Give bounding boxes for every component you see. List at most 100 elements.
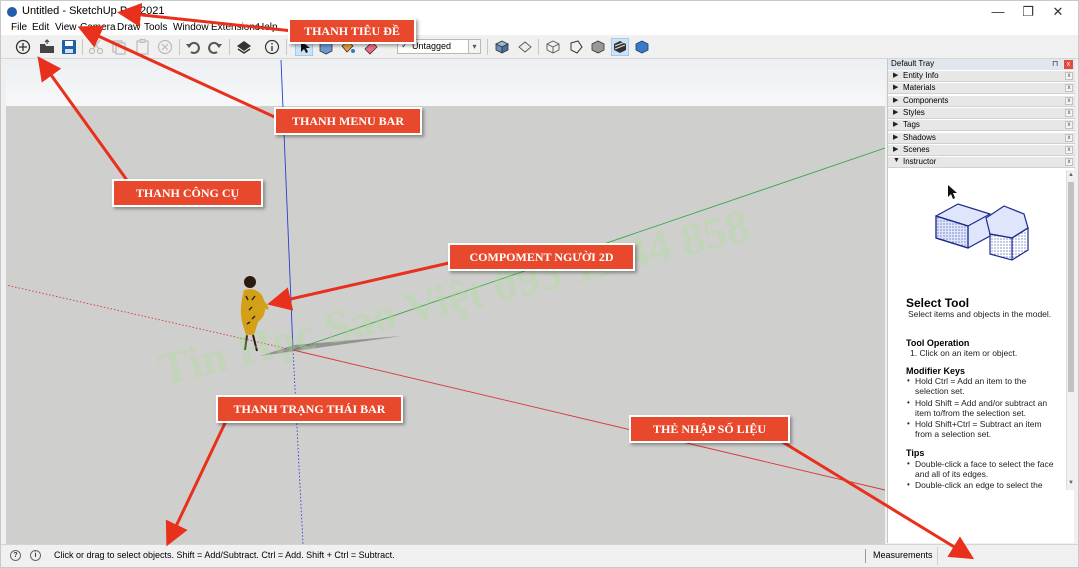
person-2d-component [240, 276, 269, 352]
model-info-icon[interactable] [263, 38, 281, 56]
triangle-right-icon[interactable]: ▶ [893, 71, 898, 79]
window-title: Untitled - SketchUp Pro 2021 [22, 5, 165, 17]
callout-measurements: THẺ NHẬP SỐ LIỆU [629, 415, 790, 443]
xray-style-icon[interactable] [544, 38, 562, 56]
bullet: • [907, 398, 910, 407]
top-view-icon[interactable] [516, 38, 534, 56]
tray-panel-tags[interactable]: ▶ Tags x [888, 120, 1075, 132]
title-bar: Untitled - SketchUp Pro 2021 — ❐ ✕ [1, 1, 1078, 23]
callout-status-bar: THANH TRẠNG THÁI BAR [216, 395, 403, 423]
chevron-down-icon[interactable]: ▾ [468, 40, 480, 53]
maximize-button[interactable]: ❐ [1013, 3, 1043, 21]
tray-title: Default Tray [891, 59, 935, 68]
drawing-viewport[interactable] [6, 60, 885, 544]
menu-tools[interactable]: Tools [144, 22, 167, 33]
open-folder-icon[interactable] [38, 38, 56, 56]
menu-view[interactable]: View [55, 22, 77, 33]
panel-close-icon[interactable]: x [1065, 133, 1073, 142]
panel-close-icon[interactable]: x [1065, 96, 1073, 105]
menu-extensions[interactable]: Extensions [211, 22, 260, 33]
status-text: Click or drag to select objects. Shift =… [54, 550, 395, 560]
toolbar-separator [229, 39, 230, 55]
geo-location-icon[interactable]: ? [10, 550, 21, 561]
menu-bar: File Edit View Camera Draw Tools Window … [1, 22, 1078, 35]
menu-camera[interactable]: Camera [80, 22, 116, 33]
panel-close-icon[interactable]: x [1065, 121, 1073, 130]
measurements-separator [865, 549, 866, 563]
triangle-down-icon[interactable]: ▼ [893, 157, 900, 164]
instructor-description: Select items and objects in the model. [908, 309, 1052, 319]
tray-panel-components[interactable]: ▶ Components x [888, 95, 1075, 107]
shaded-style-icon[interactable] [589, 38, 607, 56]
wireframe-style-icon[interactable] [567, 38, 585, 56]
toolbar-separator [538, 39, 539, 55]
info-icon[interactable]: i [30, 550, 41, 561]
print-icon[interactable] [235, 38, 253, 56]
iso-view-icon[interactable] [493, 38, 511, 56]
redo-icon[interactable] [206, 38, 224, 56]
panel-close-icon[interactable]: x [1065, 72, 1073, 80]
instructor-item: 1. Click on an item or object. [910, 348, 1018, 358]
toolbar-separator [179, 39, 180, 55]
instructor-title: Select Tool [906, 296, 970, 310]
panel-close-icon[interactable]: x [1065, 84, 1073, 93]
monochrome-style-icon[interactable] [633, 38, 651, 56]
triangle-right-icon[interactable]: ▶ [893, 108, 898, 116]
menu-edit[interactable]: Edit [32, 22, 49, 33]
textured-style-icon[interactable] [611, 38, 629, 56]
tray-panel-label: Entity Info [903, 71, 939, 80]
triangle-right-icon[interactable]: ▶ [893, 145, 898, 153]
tray-close-button[interactable]: x [1064, 60, 1073, 69]
cut-icon[interactable] [87, 38, 105, 56]
tray-panel-label: Shadows [903, 132, 936, 142]
tray-panel-label: Materials [903, 83, 936, 93]
menu-help[interactable]: Help [257, 22, 278, 33]
tray-panel-entity-info[interactable]: ▶ Entity Info x [888, 71, 1075, 82]
menu-file[interactable]: File [11, 22, 27, 33]
scroll-thumb[interactable] [1068, 182, 1074, 392]
blue-axis-dotted [292, 349, 304, 544]
measurements-input[interactable] [937, 547, 1070, 565]
copy-icon[interactable] [110, 38, 128, 56]
paste-icon[interactable] [134, 38, 152, 56]
status-bar: ? i Click or drag to select objects. Shi… [1, 544, 1078, 567]
save-icon[interactable] [60, 38, 78, 56]
triangle-right-icon[interactable]: ▶ [893, 133, 898, 141]
tray-panel-label: Scenes [903, 144, 930, 154]
bullet: • [907, 459, 910, 468]
erase-icon[interactable] [156, 38, 174, 56]
scroll-down-icon[interactable]: ▼ [1067, 478, 1075, 488]
default-tray: Default Tray ⊓ x ▶ Entity Info x ▶ Materials… [887, 59, 1075, 543]
tray-panel-scenes[interactable]: ▶ Scenes x [888, 144, 1075, 156]
minimize-button[interactable]: — [983, 3, 1013, 21]
menu-draw[interactable]: Draw [117, 22, 140, 33]
instructor-scrollbar[interactable]: ▲ ▼ [1066, 170, 1075, 490]
toolbar-separator [82, 39, 83, 55]
blue-axis [280, 60, 294, 351]
pin-icon[interactable]: ⊓ [1052, 59, 1058, 68]
instructor-heading: Tips [906, 448, 925, 458]
panel-close-icon[interactable]: x [1065, 158, 1073, 167]
panel-close-icon[interactable]: x [1065, 145, 1073, 154]
menu-window[interactable]: Window [173, 22, 209, 33]
tray-panel-label: Styles [903, 107, 925, 117]
tray-panel-materials[interactable]: ▶ Materials x [888, 83, 1075, 95]
tray-panel-instructor[interactable]: ▼ Instructor x [888, 157, 1075, 169]
house-illustration-icon [935, 203, 1029, 261]
triangle-right-icon[interactable]: ▶ [893, 96, 898, 104]
scroll-up-icon[interactable]: ▲ [1067, 170, 1075, 180]
undo-icon[interactable] [184, 38, 202, 56]
instructor-item: Double-click a face to select the face a… [915, 459, 1054, 479]
triangle-right-icon[interactable]: ▶ [893, 83, 898, 91]
tray-panel-shadows[interactable]: ▶ Shadows x [888, 132, 1075, 144]
bullet: • [907, 376, 910, 385]
instructor-content: Select Tool Select items and objects in … [888, 170, 1065, 490]
tray-panel-label: Tags [903, 120, 920, 130]
tray-panel-styles[interactable]: ▶ Styles x [888, 107, 1075, 119]
scene-axes [6, 60, 885, 544]
panel-close-icon[interactable]: x [1065, 108, 1073, 117]
triangle-right-icon[interactable]: ▶ [893, 120, 898, 128]
bullet: • [907, 480, 910, 489]
new-file-icon[interactable] [14, 38, 32, 56]
close-button[interactable]: ✕ [1043, 3, 1073, 21]
